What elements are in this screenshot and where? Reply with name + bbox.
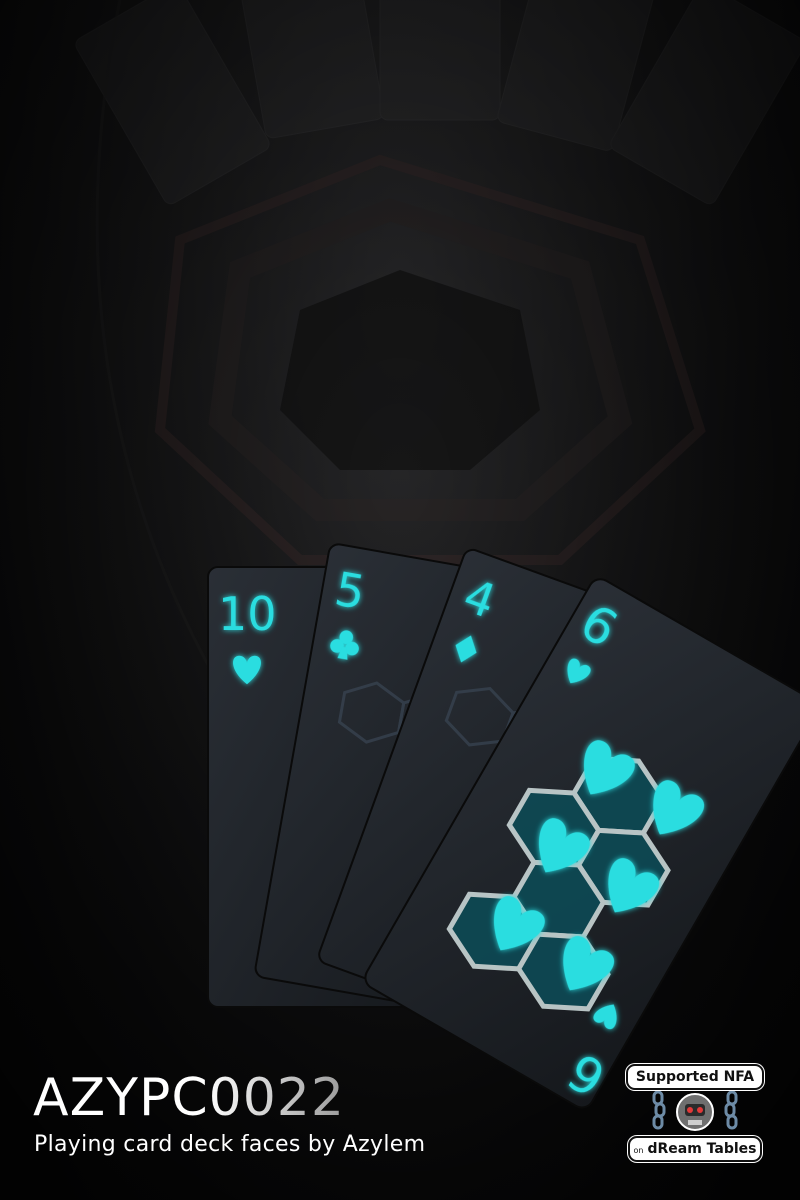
- badge-on-label: on: [633, 1146, 644, 1155]
- product-subtitle: Playing card deck faces by Azylem: [34, 1132, 426, 1157]
- card-fan: 10 5 4 6 6: [207, 543, 800, 1109]
- badge-supported-label: Supported NFA: [626, 1064, 764, 1090]
- product-title: AZYPC0022: [33, 1068, 345, 1128]
- robot-emblem-icon: [652, 1090, 738, 1131]
- card-rank: 10: [218, 587, 277, 641]
- dream-tables-badge: Supported NFA on dReam Tables: [624, 1062, 766, 1166]
- badge-dream-tables-label: on dReam Tables: [628, 1136, 762, 1162]
- badge-dream-tables-text: dReam Tables: [647, 1141, 757, 1157]
